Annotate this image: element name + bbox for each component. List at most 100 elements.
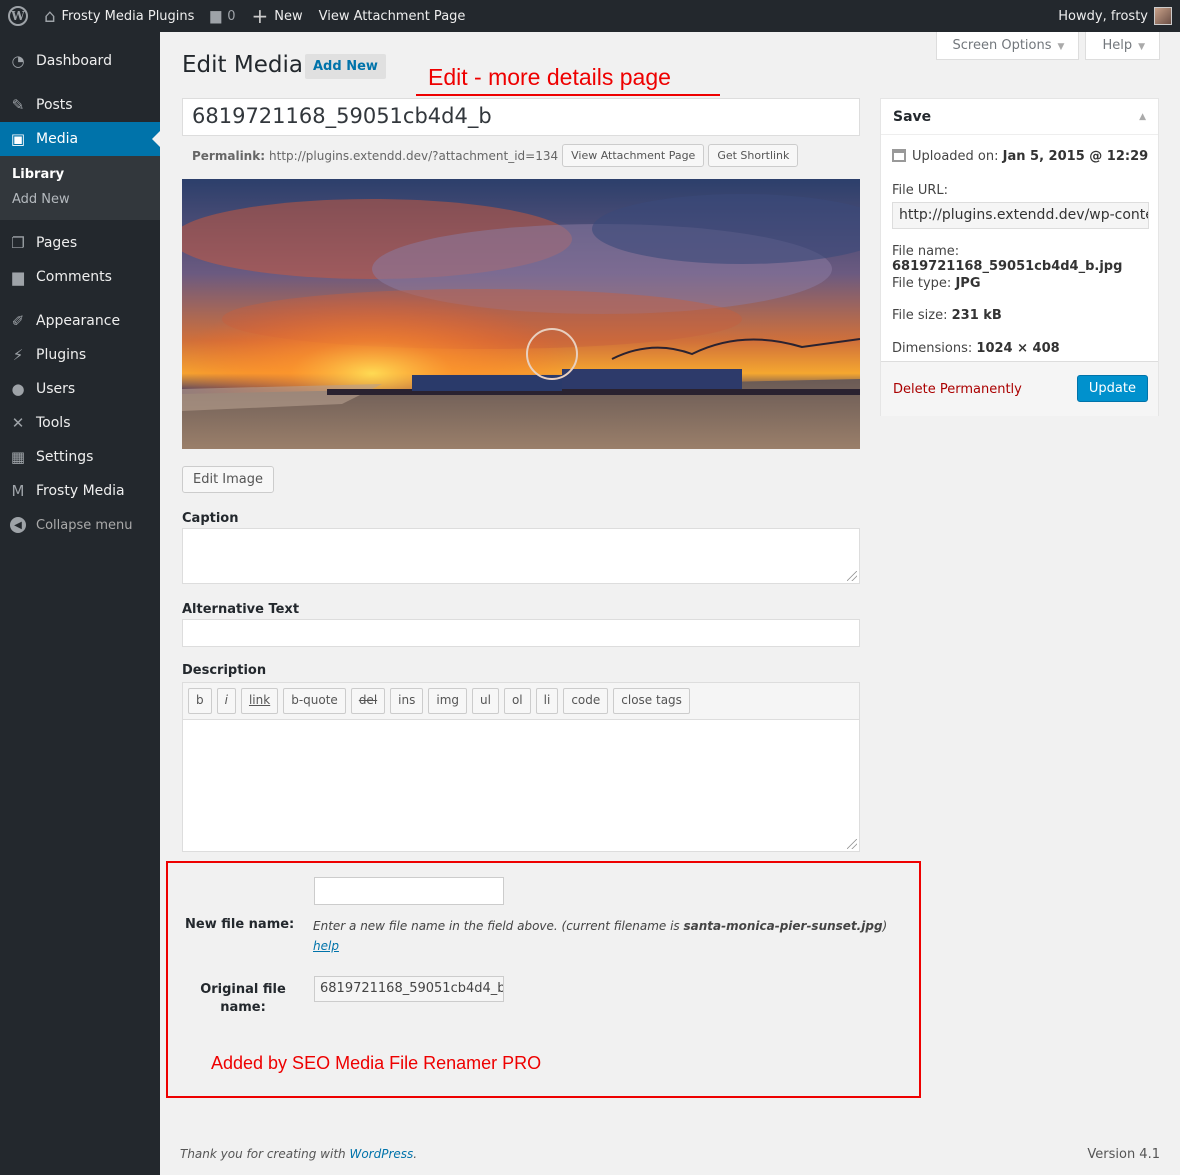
uploaded-on-row: Uploaded on: Jan 5, 2015 @ 12:29 (892, 149, 1148, 164)
permalink-label: Permalink: (192, 148, 266, 163)
get-shortlink-button[interactable]: Get Shortlink (708, 144, 799, 167)
sidebar-item-media[interactable]: ▣ Media (0, 122, 160, 156)
sidebar-item-label: Media (36, 131, 79, 147)
qt-link-button[interactable]: link (240, 688, 279, 714)
screen-options-label: Screen Options (952, 38, 1052, 53)
sidebar-item-label: Appearance (36, 313, 121, 329)
qt-li-button[interactable]: li (535, 688, 559, 714)
sidebar-item-label: Posts (36, 97, 73, 113)
save-metabox-footer: Delete Permanently Update (881, 361, 1158, 416)
comments-menu[interactable]: ▆ 0 (202, 0, 243, 32)
new-file-name-description: Enter a new file name in the field above… (313, 919, 887, 933)
calendar-icon (892, 149, 906, 162)
sidebar-item-frosty-media[interactable]: M Frosty Media (0, 474, 160, 508)
qt-del-button[interactable]: del (350, 688, 386, 714)
file-type-value: JPG (955, 276, 981, 291)
sidebar-item-plugins[interactable]: ⚡ Plugins (0, 338, 160, 372)
plugins-icon: ⚡ (12, 346, 24, 364)
view-attachment-button[interactable]: View Attachment Page (562, 144, 705, 167)
dimensions-value: 1024 × 408 (976, 341, 1060, 356)
qt-ol-button[interactable]: ol (503, 688, 531, 714)
comments-icon: ▆ (12, 268, 24, 286)
new-file-name-input[interactable] (314, 877, 504, 905)
sidebar-item-pages[interactable]: ❐ Pages (0, 226, 160, 260)
update-button[interactable]: Update (1076, 375, 1148, 402)
collapse-arrow-icon: ◀ (10, 517, 26, 533)
home-icon: ⌂ (44, 5, 56, 27)
save-metabox-header[interactable]: Save ▲ (881, 99, 1158, 135)
qt-close-tags-button[interactable]: close tags (613, 688, 690, 714)
annotation-edit-page: Edit - more details page (428, 64, 671, 90)
avatar (1154, 7, 1172, 25)
sidebar-item-posts[interactable]: ✎ Posts (0, 88, 160, 122)
description-textarea[interactable] (182, 719, 860, 852)
qt-code-button[interactable]: code (563, 688, 609, 714)
qt-bold-button[interactable]: b (188, 688, 212, 714)
new-content-menu[interactable]: + New (243, 0, 310, 32)
file-type-row: File type: JPG (892, 276, 981, 291)
sidebar-item-label: Comments (36, 269, 112, 285)
alt-text-input[interactable] (182, 619, 860, 647)
caption-textarea[interactable] (182, 528, 860, 584)
desc-prefix: Enter a new file name in the field above… (313, 919, 684, 933)
view-attachment-link[interactable]: View Attachment Page (311, 0, 474, 32)
delete-permanently-link[interactable]: Delete Permanently (893, 382, 1022, 397)
file-url-label: File URL: (892, 183, 949, 198)
file-size-row: File size: 231 kB (892, 308, 1002, 323)
qt-blockquote-button[interactable]: b-quote (283, 688, 346, 714)
add-new-button[interactable]: Add New (305, 54, 386, 79)
resize-grip-icon[interactable] (847, 839, 857, 849)
annotation-underline (416, 94, 720, 96)
wp-logo-menu[interactable]: W (0, 0, 36, 32)
edit-image-button[interactable]: Edit Image (182, 466, 275, 493)
submenu-item-library[interactable]: Library (0, 162, 160, 187)
file-name-label: File name: (892, 244, 960, 259)
caret-down-icon: ▼ (1138, 42, 1145, 52)
qt-img-button[interactable]: img (428, 688, 467, 714)
resize-grip-icon[interactable] (847, 571, 857, 581)
sidebar-item-dashboard[interactable]: ◔ Dashboard (0, 44, 160, 78)
appearance-icon: ✐ (11, 312, 25, 330)
quicktags-toolbar: b i link b-quote del ins img ul ol li co… (182, 682, 860, 719)
sidebar-item-users[interactable]: ● Users (0, 372, 160, 406)
sidebar-item-settings[interactable]: ▦ Settings (0, 440, 160, 474)
description-label: Description (182, 663, 267, 678)
file-url-field[interactable]: http://plugins.extendd.dev/wp-content/up… (892, 202, 1149, 229)
save-metabox-title: Save (893, 108, 932, 125)
collapse-menu-button[interactable]: ◀ Collapse menu (0, 508, 160, 542)
media-icon: ▣ (10, 130, 26, 148)
qt-ins-button[interactable]: ins (390, 688, 424, 714)
view-attachment-label: View Attachment Page (318, 8, 466, 24)
collapse-triangle-icon[interactable]: ▲ (1139, 112, 1146, 122)
desc-suffix: ) (882, 919, 888, 933)
qt-ul-button[interactable]: ul (472, 688, 499, 714)
my-account-menu[interactable]: Howdy, frosty (1050, 0, 1180, 32)
qt-italic-button[interactable]: i (216, 688, 236, 714)
pages-icon: ❐ (11, 234, 25, 252)
comment-bubble-icon: ▆ (210, 8, 222, 24)
sidebar-item-appearance[interactable]: ✐ Appearance (0, 304, 160, 338)
media-submenu: Library Add New (0, 156, 160, 220)
admin-sidebar: ◔ Dashboard ✎ Posts ▣ Media Library Add … (0, 32, 160, 1175)
help-tab[interactable]: Help ▼ (1085, 32, 1160, 60)
site-name-menu[interactable]: ⌂ Frosty Media Plugins (36, 0, 202, 32)
sidebar-item-label: Pages (36, 235, 78, 251)
file-name-value: 6819721168_59051cb4d4_b.jpg (892, 259, 1123, 274)
sidebar-item-tools[interactable]: ✕ Tools (0, 406, 160, 440)
screen-options-tab[interactable]: Screen Options ▼ (935, 32, 1080, 60)
submenu-item-add-new[interactable]: Add New (0, 187, 160, 212)
settings-icon: ▦ (10, 448, 26, 466)
wordpress-link[interactable]: WordPress (349, 1147, 413, 1161)
help-link[interactable]: help (313, 939, 339, 953)
footer-thanks: Thank you for creating with WordPress. (180, 1147, 417, 1161)
permalink-url[interactable]: http://plugins.extendd.dev/?attachment_i… (269, 149, 558, 163)
current-filename: santa-monica-pier-sunset.jpg (683, 919, 883, 933)
sidebar-item-label: Users (36, 381, 76, 397)
original-file-name-field: 6819721168_59051cb4d4_b (314, 976, 504, 1002)
sidebar-item-comments[interactable]: ▆ Comments (0, 260, 160, 294)
help-label: Help (1102, 38, 1133, 53)
annotation-renamer: Added by SEO Media File Renamer PRO (211, 1053, 542, 1073)
media-title-input[interactable]: 6819721168_59051cb4d4_b (182, 98, 860, 136)
collapse-label: Collapse menu (36, 517, 133, 533)
file-size-label: File size: (892, 308, 948, 323)
